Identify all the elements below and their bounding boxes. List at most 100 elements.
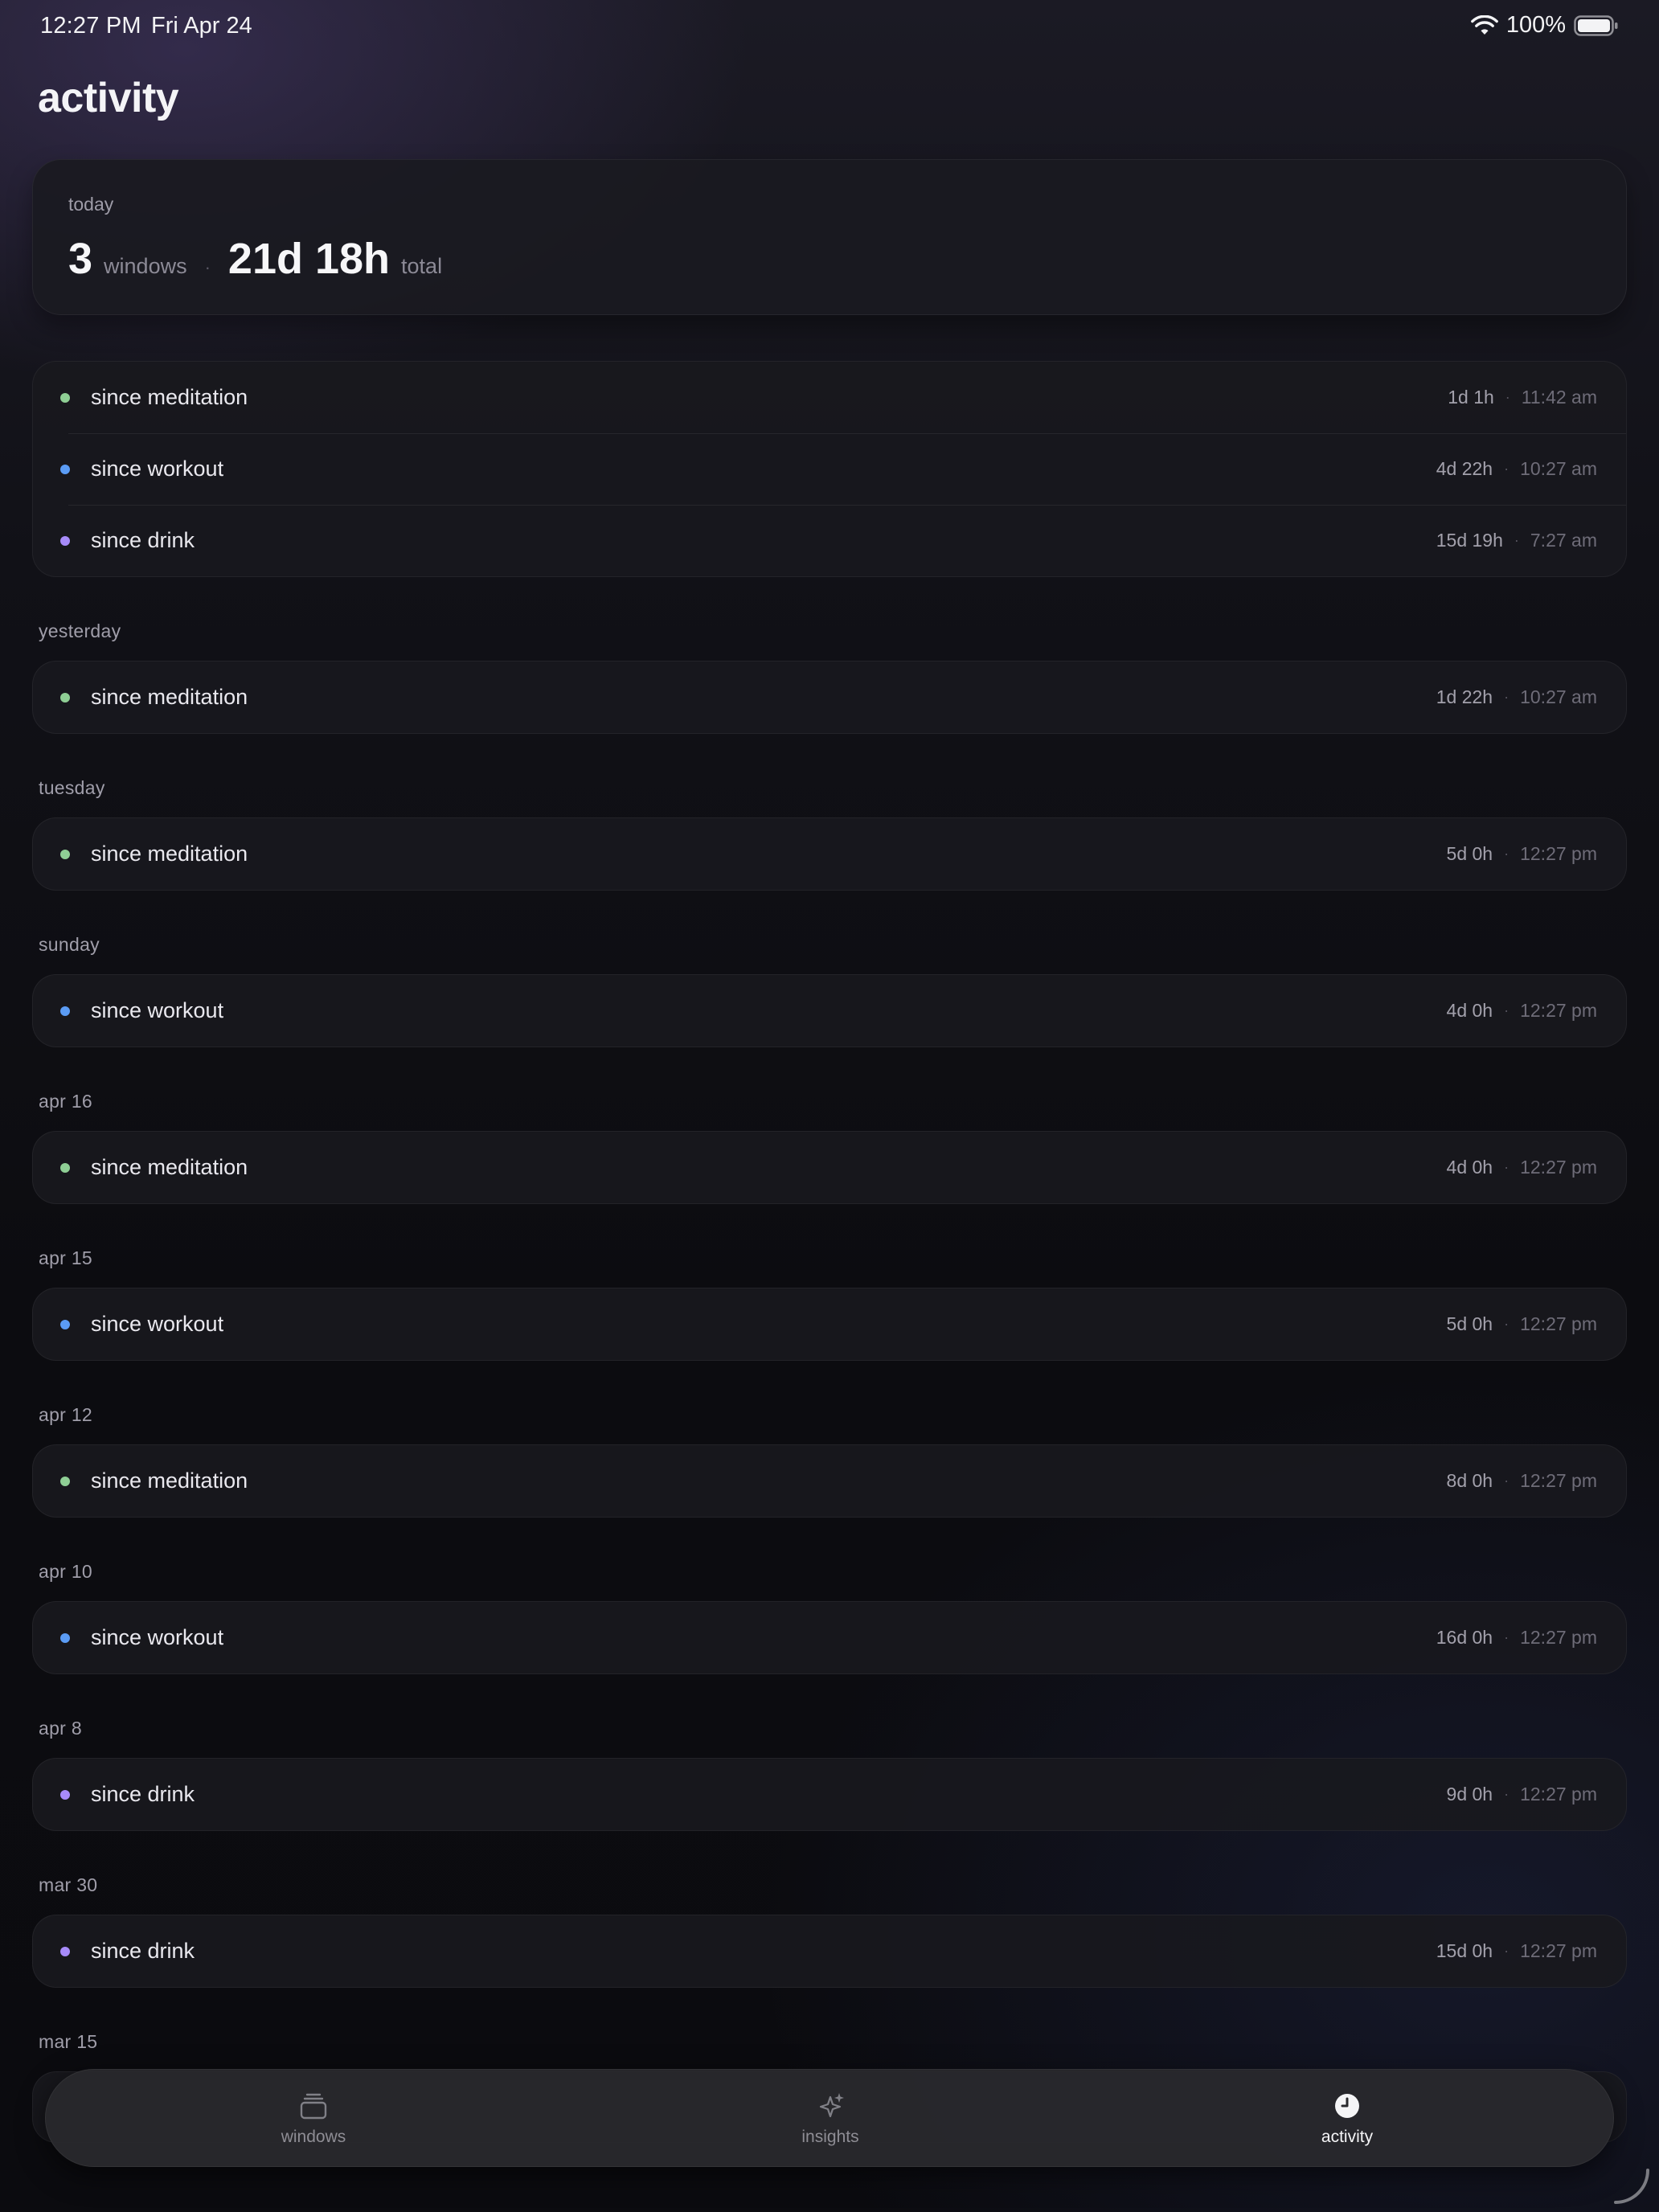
row-separator: · [1504, 1002, 1509, 1018]
row-separator: · [1504, 461, 1509, 477]
section-list: since meditation 1d 22h · 10:27 am [32, 661, 1627, 734]
row-duration: 16d 0h [1436, 1627, 1493, 1648]
row-time: 10:27 am [1520, 458, 1597, 479]
summary-stats: 3 windows · 21d 18h total [68, 234, 442, 284]
row-meta: 5d 0h · 12:27 pm [1447, 843, 1597, 865]
meditation-dot [60, 1163, 70, 1173]
row-separator: · [1504, 1943, 1509, 1959]
section-list: since workout 5d 0h · 12:27 pm [32, 1288, 1627, 1361]
workout-dot [60, 465, 70, 474]
row-time: 12:27 pm [1520, 1157, 1597, 1178]
row-duration: 5d 0h [1446, 1313, 1493, 1334]
workout-dot [60, 1320, 70, 1329]
windows-unit: windows [104, 254, 187, 278]
row-label: since meditation [91, 842, 248, 866]
row-label: since workout [91, 1625, 224, 1649]
row-separator: · [1504, 689, 1509, 705]
meditation-dot [60, 850, 70, 859]
tab-label: windows [281, 2128, 346, 2146]
section-list: since drink 15d 0h · 12:27 pm [32, 1915, 1627, 1988]
today-summary-card: today 3 windows · 21d 18h total [32, 159, 1627, 315]
row-duration: 15d 19h [1436, 530, 1503, 551]
list-item[interactable]: since meditation 1d 1h · 11:42 am [33, 362, 1626, 433]
workout-dot [60, 1006, 70, 1016]
row-separator: · [1504, 1629, 1509, 1645]
row-separator: · [1504, 1473, 1509, 1489]
summary-separator: · [204, 257, 211, 277]
section-header: mar 30 [39, 1874, 98, 1895]
sparkles-icon [819, 2093, 844, 2118]
section-list: since workout 4d 0h · 12:27 pm [32, 974, 1627, 1047]
drink-dot [60, 1947, 70, 1956]
row-meta: 9d 0h · 12:27 pm [1447, 1784, 1597, 1805]
section-header: apr 15 [39, 1247, 93, 1268]
row-separator: · [1514, 532, 1519, 548]
section-list: since workout 16d 0h · 12:27 pm [32, 1601, 1627, 1674]
tab-activity[interactable]: activity [1178, 2070, 1516, 2168]
section-header: yesterday [39, 621, 121, 641]
section-header: apr 12 [39, 1404, 93, 1425]
section-header: apr 16 [39, 1091, 93, 1112]
clock-icon [1335, 2094, 1359, 2118]
row-label: since workout [91, 998, 224, 1022]
tab-label: activity [1321, 2128, 1374, 2146]
row-meta: 1d 22h · 10:27 am [1436, 686, 1597, 708]
row-meta: 5d 0h · 12:27 pm [1447, 1313, 1597, 1335]
section-header: apr 10 [39, 1561, 93, 1582]
row-time: 10:27 am [1520, 686, 1597, 707]
row-duration: 9d 0h [1446, 1784, 1493, 1804]
row-separator: · [1504, 1786, 1509, 1802]
row-duration: 8d 0h [1446, 1470, 1493, 1491]
list-item[interactable]: since meditation 1d 22h · 10:27 am [33, 662, 1626, 733]
status-time: 12:27 PM [40, 13, 141, 39]
battery-percentage: 100% [1505, 12, 1566, 38]
list-item[interactable]: since drink 15d 0h · 12:27 pm [33, 1915, 1626, 1987]
row-time: 12:27 pm [1520, 1313, 1597, 1334]
row-time: 12:27 pm [1520, 843, 1597, 864]
workout-dot [60, 1633, 70, 1643]
resize-handle-icon[interactable] [1611, 2165, 1651, 2206]
row-label: since meditation [91, 685, 248, 709]
row-label: since meditation [91, 385, 248, 409]
row-separator: · [1504, 1316, 1509, 1332]
meditation-dot [60, 693, 70, 703]
tab-windows[interactable]: windows [145, 2070, 482, 2168]
row-duration: 15d 0h [1436, 1940, 1493, 1961]
row-duration: 4d 22h [1436, 458, 1493, 479]
row-label: since drink [91, 528, 195, 552]
summary-label: today [68, 194, 114, 215]
tab-bar: windows insights activity [45, 2069, 1614, 2167]
section-header: tuesday [39, 777, 105, 798]
row-meta: 4d 22h · 10:27 am [1436, 458, 1597, 480]
tab-insights[interactable]: insights [662, 2070, 999, 2168]
list-item[interactable]: since workout 4d 22h · 10:27 am [33, 433, 1626, 505]
tab-label: insights [801, 2128, 859, 2146]
list-item[interactable]: since meditation 8d 0h · 12:27 pm [33, 1445, 1626, 1517]
section-header: sunday [39, 934, 100, 955]
row-label: since meditation [91, 1155, 248, 1179]
row-time: 12:27 pm [1520, 1470, 1597, 1491]
list-item[interactable]: since drink 15d 19h · 7:27 am [33, 505, 1626, 576]
row-time: 12:27 pm [1520, 1000, 1597, 1021]
row-label: since meditation [91, 1469, 248, 1493]
row-separator: · [1504, 846, 1509, 862]
drink-dot [60, 1790, 70, 1800]
status-indicators: 100% [1470, 12, 1619, 39]
row-meta: 4d 0h · 12:27 pm [1447, 1157, 1597, 1178]
list-item[interactable]: since workout 4d 0h · 12:27 pm [33, 975, 1626, 1047]
row-label: since workout [91, 1312, 224, 1336]
meditation-dot [60, 393, 70, 403]
section-list: since meditation 8d 0h · 12:27 pm [32, 1444, 1627, 1518]
section-header: mar 15 [39, 2031, 98, 2052]
list-item[interactable]: since workout 5d 0h · 12:27 pm [33, 1288, 1626, 1360]
section-list: since drink 9d 0h · 12:27 pm [32, 1758, 1627, 1831]
list-item[interactable]: since meditation 4d 0h · 12:27 pm [33, 1132, 1626, 1203]
status-date: Fri Apr 24 [151, 13, 252, 39]
list-item[interactable]: since workout 16d 0h · 12:27 pm [33, 1602, 1626, 1673]
meditation-dot [60, 1477, 70, 1486]
list-item[interactable]: since meditation 5d 0h · 12:27 pm [33, 818, 1626, 890]
status-bar: 12:27 PM Fri Apr 24 100% [0, 0, 1659, 51]
stacked-windows-icon [300, 2093, 327, 2120]
row-label: since drink [91, 1939, 195, 1963]
list-item[interactable]: since drink 9d 0h · 12:27 pm [33, 1759, 1626, 1830]
